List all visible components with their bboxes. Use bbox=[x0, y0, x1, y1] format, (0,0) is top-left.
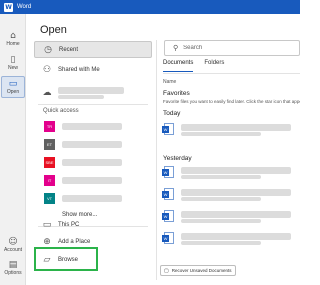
search-field[interactable]: ⚲ bbox=[164, 40, 300, 56]
redacted-text bbox=[62, 141, 122, 148]
nav-open[interactable]: ▭ Open bbox=[1, 76, 25, 98]
nav-new-label: New bbox=[7, 65, 18, 71]
cloud-icon: ☁ bbox=[42, 87, 52, 98]
redacted-text bbox=[181, 219, 261, 223]
quick-access-label: Quick access bbox=[43, 108, 79, 114]
nav-account-label: Account bbox=[3, 247, 23, 253]
search-input[interactable] bbox=[183, 45, 284, 51]
site-icon: VT bbox=[44, 193, 55, 204]
today-heading: Today bbox=[163, 110, 181, 117]
redacted-text bbox=[181, 175, 261, 179]
redacted-text bbox=[181, 241, 261, 245]
redacted-text bbox=[181, 211, 291, 218]
file-tabs: Documents Folders bbox=[163, 60, 235, 72]
nav-account[interactable]: ☺ Account bbox=[1, 237, 25, 253]
redacted-text bbox=[62, 195, 122, 202]
column-divider bbox=[156, 40, 157, 280]
title-bar: W Word bbox=[0, 0, 300, 14]
redacted-text bbox=[62, 123, 122, 130]
account-icon: ☺ bbox=[8, 237, 18, 247]
divider bbox=[163, 73, 300, 74]
word-document-icon bbox=[162, 210, 174, 222]
nav-options[interactable]: ▤ Options bbox=[1, 260, 25, 276]
file-row[interactable] bbox=[162, 186, 300, 204]
nav-home-label: Home bbox=[6, 41, 20, 47]
site-icon: TR bbox=[44, 121, 55, 132]
redacted-text bbox=[181, 189, 291, 196]
favorites-description: Favorite files you want to easily find l… bbox=[163, 99, 300, 104]
recover-unsaved-button[interactable]: ▢ Recover Unsaved Documents bbox=[160, 265, 236, 276]
site-icon: IT bbox=[44, 175, 55, 186]
search-icon: ⚲ bbox=[173, 44, 179, 52]
location-shared-label: Shared with Me bbox=[58, 66, 100, 73]
recover-unsaved-label: Recover Unsaved Documents bbox=[171, 268, 232, 273]
tab-folders[interactable]: Folders bbox=[204, 60, 224, 72]
location-shared[interactable]: ⚇ Shared with Me bbox=[34, 61, 152, 78]
computer-icon: ▭ bbox=[42, 219, 52, 230]
redacted-text bbox=[181, 124, 291, 131]
nav-new[interactable]: ▯ New bbox=[1, 55, 25, 71]
nav-open-label: Open bbox=[6, 89, 20, 95]
document-icon: ▢ bbox=[164, 267, 169, 274]
redacted-text bbox=[181, 167, 291, 174]
globe-icon: ⊕ bbox=[43, 236, 51, 247]
site-icon: ET bbox=[44, 139, 55, 150]
backstage-nav: ⌂ Home ▯ New ▭ Open ☺ Account ▤ Options bbox=[0, 14, 26, 285]
redacted-text bbox=[181, 132, 261, 136]
app-title: Word bbox=[17, 4, 32, 10]
people-icon: ⚇ bbox=[42, 64, 52, 75]
redacted-text bbox=[181, 197, 261, 201]
site-icon: SBE bbox=[44, 157, 55, 168]
column-header-name[interactable]: Name bbox=[163, 79, 176, 85]
redacted-text bbox=[58, 87, 124, 94]
browse-highlight bbox=[34, 247, 98, 271]
location-onedrive[interactable]: ☁ bbox=[34, 84, 152, 101]
quick-access-item[interactable]: IT bbox=[44, 172, 150, 189]
folder-open-icon: ▭ bbox=[8, 79, 18, 89]
favorites-heading: Favorites bbox=[163, 90, 190, 97]
nav-options-label: Options bbox=[4, 270, 22, 276]
file-row[interactable] bbox=[162, 121, 300, 139]
nav-home[interactable]: ⌂ Home bbox=[1, 31, 25, 47]
redacted-text bbox=[62, 177, 122, 184]
redacted-text bbox=[62, 159, 122, 166]
word-icon: W bbox=[4, 2, 13, 12]
divider bbox=[38, 104, 148, 105]
redacted-text bbox=[181, 233, 291, 240]
word-document-icon bbox=[162, 188, 174, 200]
quick-access-item[interactable]: TR bbox=[44, 118, 150, 135]
file-row[interactable] bbox=[162, 208, 300, 226]
yesterday-heading: Yesterday bbox=[163, 155, 192, 162]
quick-access-item[interactable]: SBE bbox=[44, 154, 150, 171]
location-recent[interactable]: ◷ Recent bbox=[34, 41, 152, 58]
location-this-pc[interactable]: ▭ This PC bbox=[34, 216, 152, 233]
options-icon: ▤ bbox=[8, 260, 18, 270]
clock-icon: ◷ bbox=[44, 44, 52, 55]
word-document-icon bbox=[162, 232, 174, 244]
quick-access-item[interactable]: ET bbox=[44, 136, 150, 153]
word-document-icon bbox=[162, 123, 174, 135]
location-this-pc-label: This PC bbox=[58, 221, 80, 228]
word-document-icon bbox=[162, 166, 174, 178]
home-icon: ⌂ bbox=[10, 31, 16, 41]
new-document-icon: ▯ bbox=[10, 55, 16, 65]
location-add-place-label: Add a Place bbox=[58, 238, 91, 245]
page-title: Open bbox=[40, 24, 67, 36]
redacted-text bbox=[58, 95, 104, 99]
file-row[interactable] bbox=[162, 230, 300, 248]
file-row[interactable] bbox=[162, 164, 300, 182]
quick-access-item[interactable]: VT bbox=[44, 190, 150, 207]
location-recent-label: Recent bbox=[59, 46, 79, 53]
tab-documents[interactable]: Documents bbox=[163, 60, 194, 72]
